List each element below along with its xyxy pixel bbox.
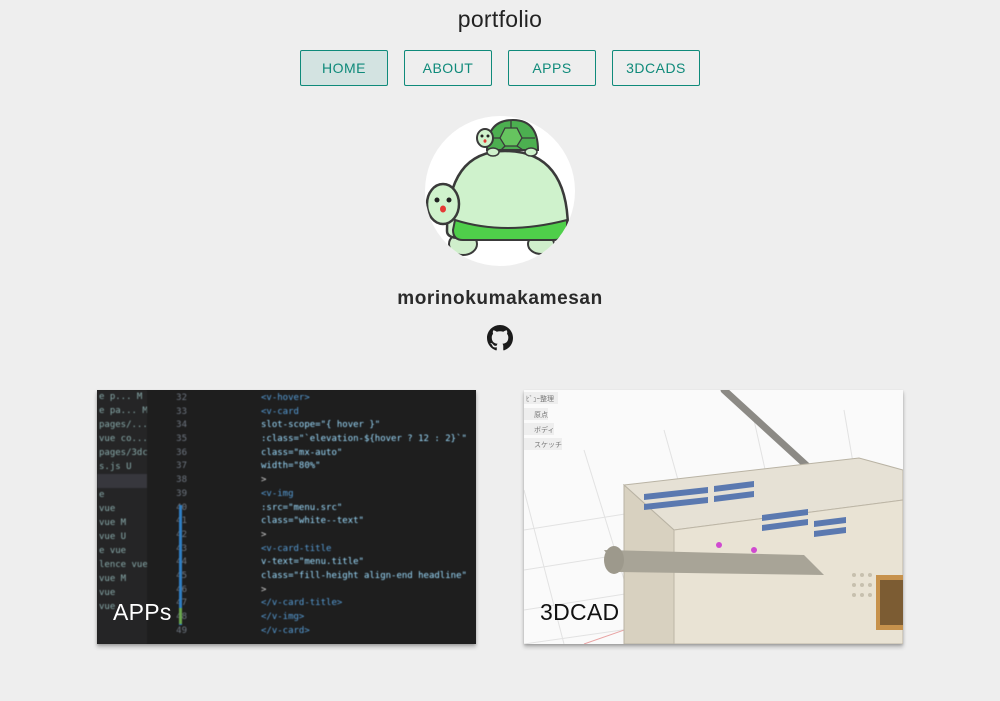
cad-card[interactable]: ﾋﾞｭｰ整理 原点 ボディ スケッチ 3DCAD bbox=[524, 390, 903, 644]
code-line: <v-card bbox=[261, 406, 299, 417]
explorer-item: vue U bbox=[99, 532, 127, 542]
code-lines: <v-hover> <v-card slot-scope="{ hover }"… bbox=[207, 390, 476, 644]
code-line: > bbox=[261, 529, 267, 540]
github-link[interactable] bbox=[487, 325, 513, 351]
code-line: > bbox=[261, 475, 267, 486]
git-add-marker bbox=[179, 608, 182, 624]
page: portfolio HOME ABOUT APPS 3DCADS morinok… bbox=[0, 0, 1000, 701]
explorer-item: vue bbox=[99, 588, 116, 598]
line-number: 38 bbox=[176, 475, 187, 486]
explorer-item: pages/... bbox=[99, 420, 147, 430]
explorer-item: vue M bbox=[99, 518, 127, 528]
explorer-item: e vue bbox=[99, 546, 127, 556]
line-number: 37 bbox=[176, 461, 187, 472]
nav-3dcads-button[interactable]: 3DCADS bbox=[612, 50, 700, 86]
line-number: 42 bbox=[157, 529, 187, 543]
code-line: slot-scope="{ hover }" bbox=[261, 420, 381, 431]
cad-browser-item: スケッチ bbox=[534, 441, 562, 449]
line-number: 34 bbox=[176, 420, 187, 431]
avatar bbox=[425, 116, 575, 266]
code-line: > bbox=[261, 584, 267, 595]
explorer-item: e pa... M bbox=[99, 406, 147, 416]
line-number: 39 bbox=[176, 488, 187, 499]
line-number: 41 bbox=[157, 515, 187, 529]
cad-card-title: 3DCAD bbox=[540, 599, 620, 625]
code-line: class="fill-height align-end headline" bbox=[261, 570, 467, 581]
cad-browser-item: 原点 bbox=[534, 411, 548, 419]
explorer-item: e bbox=[99, 490, 105, 500]
code-line: <v-card-title bbox=[261, 543, 332, 554]
code-line: :src="menu.src" bbox=[261, 502, 343, 513]
nav-home-button[interactable]: HOME bbox=[300, 50, 388, 86]
line-number: 35 bbox=[176, 434, 187, 445]
explorer-item: vue co... bbox=[99, 434, 147, 444]
apps-card[interactable]: e p... M e pa... M pages/... vue co... p… bbox=[97, 390, 476, 644]
site-title: portfolio bbox=[457, 6, 543, 32]
nav-apps-button[interactable]: APPS bbox=[508, 50, 596, 86]
code-line: class="white--text" bbox=[261, 516, 364, 527]
explorer-item: lence vue bbox=[99, 560, 147, 570]
code-line: <v-hover> bbox=[261, 393, 310, 403]
explorer-item bbox=[97, 474, 147, 488]
nav-about-button[interactable]: ABOUT bbox=[404, 50, 492, 86]
explorer-item: vue M bbox=[99, 574, 127, 584]
code-line: :class="`elevation-${hover ? 12 : 2}`" bbox=[261, 434, 467, 445]
explorer-item: pages/3dc... bbox=[99, 448, 147, 458]
code-line: </v-card-title> bbox=[261, 598, 343, 609]
line-number: 44 bbox=[157, 556, 187, 570]
line-number: 32 bbox=[176, 393, 187, 403]
line-number: 45 bbox=[157, 570, 187, 584]
code-line: </v-img> bbox=[261, 612, 305, 622]
turtle-avatar-icon bbox=[425, 118, 570, 256]
line-number: 49 bbox=[176, 625, 187, 636]
code-line: class="mx-auto" bbox=[261, 447, 343, 458]
nav-bar: HOME ABOUT APPS 3DCADS bbox=[0, 50, 1000, 86]
cad-browser-item: ボディ bbox=[534, 425, 555, 434]
line-number: 46 bbox=[157, 584, 187, 598]
github-icon bbox=[487, 325, 513, 351]
apps-card-title: APPs bbox=[113, 599, 172, 625]
explorer-item: vue bbox=[99, 504, 116, 514]
code-line: width="80%" bbox=[261, 461, 321, 472]
code-line: </v-card> bbox=[261, 625, 310, 636]
line-number: 33 bbox=[176, 406, 187, 417]
explorer-item: e p... M bbox=[99, 392, 143, 402]
line-number: 43 bbox=[157, 543, 187, 557]
explorer-item: s.js U bbox=[99, 462, 132, 472]
code-line: v-text="menu.title" bbox=[261, 557, 364, 568]
cad-browser-item: ﾋﾞｭｰ整理 bbox=[526, 394, 554, 403]
line-number: 40 bbox=[157, 502, 187, 516]
line-number: 36 bbox=[176, 447, 187, 458]
code-line: <v-img bbox=[261, 488, 294, 499]
username: morinokumakamesan bbox=[397, 288, 603, 309]
git-change-marker bbox=[179, 505, 182, 625]
